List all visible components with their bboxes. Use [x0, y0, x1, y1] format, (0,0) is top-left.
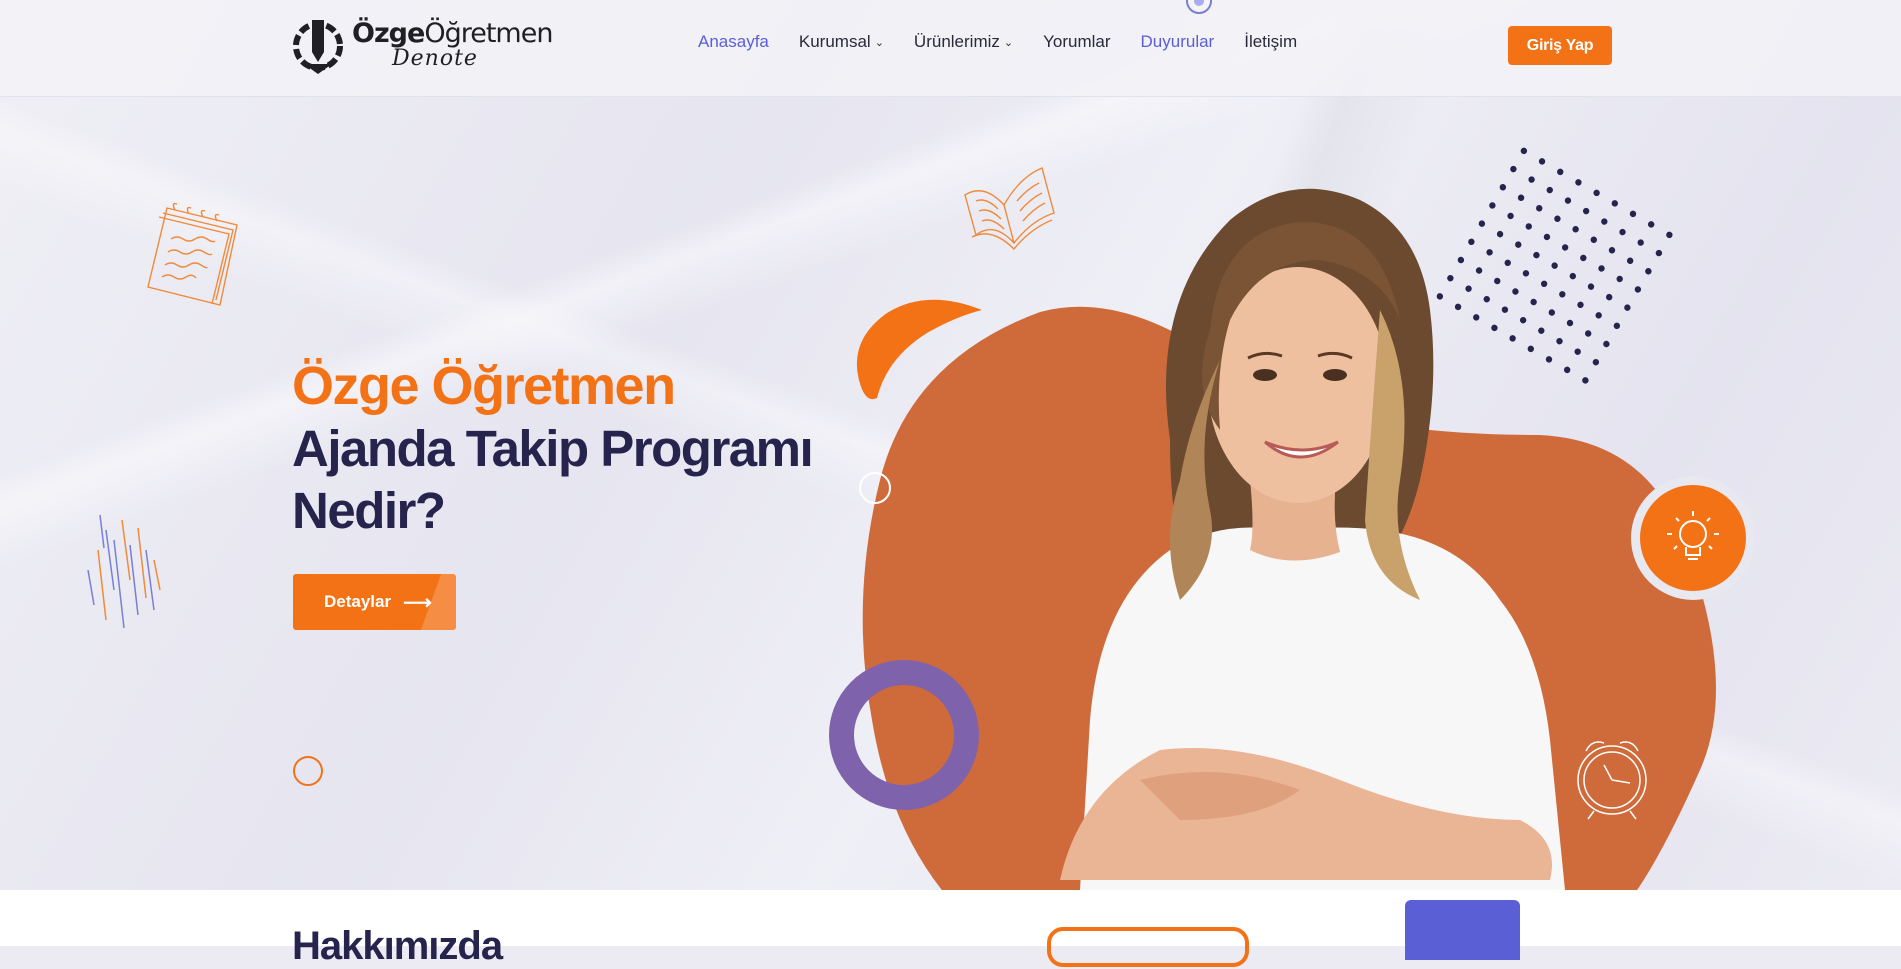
details-button-label: Detaylar — [324, 592, 392, 611]
nav-label: Anasayfa — [698, 32, 769, 51]
grid-dot — [1637, 239, 1644, 246]
grid-dot — [1595, 312, 1602, 319]
grid-dot — [1538, 158, 1546, 165]
grid-dot — [1645, 268, 1652, 275]
grid-dot — [1584, 330, 1592, 337]
grid-dot — [1598, 265, 1605, 272]
scroll-indicator-dot — [1186, 0, 1212, 14]
grid-dot — [1603, 340, 1610, 348]
logo-name-bold: Özge — [352, 18, 425, 49]
chevron-down-icon: ⌄ — [1003, 37, 1014, 49]
grid-dot — [1580, 254, 1587, 262]
white-circle-outline — [859, 472, 891, 504]
login-button[interactable]: Giriş Yap — [1508, 26, 1612, 65]
grid-dot — [1582, 207, 1590, 215]
logo-name-rest: Öğretmen — [424, 18, 553, 49]
orange-outline-frame — [1047, 927, 1249, 967]
grid-dot — [1613, 322, 1621, 330]
grid-dot — [1611, 200, 1619, 207]
teacher-portrait-image — [1060, 188, 1565, 890]
notepad-doodle-icon — [147, 202, 238, 306]
nav-label: Yorumlar — [1043, 32, 1111, 51]
arrow-right-icon: ⟶ — [403, 591, 432, 614]
orange-circle-outline — [293, 756, 323, 786]
grid-dot — [1629, 210, 1637, 218]
grid-dot — [1626, 257, 1634, 264]
scribble-lines-doodle — [87, 514, 161, 629]
grid-dot — [1619, 228, 1626, 236]
grid-dot — [1510, 165, 1517, 173]
hero-title-line2: Ajanda Takip Programı Nedir? — [292, 420, 814, 539]
grid-dot — [1587, 283, 1595, 290]
nav-label: İletişim — [1244, 32, 1298, 51]
details-button[interactable]: Detaylar ⟶ — [293, 574, 456, 630]
grid-dot — [1616, 275, 1623, 283]
blue-block-shape — [1405, 900, 1520, 960]
grid-dot — [1655, 249, 1663, 257]
nav-item-duyurular[interactable]: Duyurular — [1141, 32, 1215, 52]
grid-dot — [1557, 168, 1564, 176]
nav-item-anasayfa[interactable]: Anasayfa — [698, 32, 769, 52]
hero-title-line1: Özge Öğretmen — [292, 356, 676, 416]
grid-dot — [1520, 147, 1528, 155]
idea-badge — [1631, 476, 1755, 600]
nav-label: Duyurular — [1140, 32, 1215, 51]
nav-item-urunlerimiz[interactable]: Ürünlerimiz ⌄ — [914, 32, 1013, 52]
grid-dot — [1608, 247, 1616, 254]
grid-dot — [1624, 304, 1631, 311]
chevron-down-icon: ⌄ — [874, 37, 884, 49]
lightbulb-icon — [1667, 511, 1719, 560]
nav-item-kurumsal[interactable]: Kurumsal ⌄ — [799, 32, 884, 52]
main-nav: Anasayfa Kurumsal ⌄ Ürünlerimiz ⌄ Yorumlar… — [698, 32, 1327, 52]
grid-dot — [1666, 231, 1673, 239]
grid-dot — [1592, 358, 1600, 366]
nav-label: Ürünlerimiz — [913, 32, 1000, 51]
grid-dot — [1601, 218, 1608, 225]
site-logo[interactable]: ÖzgeÖğretmen Denote — [292, 16, 553, 76]
about-title: Hakkımızda — [292, 924, 503, 968]
site-header: ÖzgeÖğretmen Denote Anasayfa Kurumsal ⌄ Ü… — [0, 0, 1901, 97]
pen-logo-icon — [293, 20, 343, 74]
purple-ring-shape — [829, 660, 979, 810]
grid-dot — [1634, 286, 1642, 293]
grid-dot — [1647, 221, 1655, 228]
logo-subtitle: Denote — [392, 46, 478, 71]
hero-section: Özge Öğretmen Ajanda Takip Programı Nedi… — [0, 0, 1901, 890]
grid-dot — [1590, 236, 1598, 243]
about-section: Hakkımızda — [0, 890, 1901, 968]
grid-dot — [1605, 293, 1613, 301]
nav-item-yorumlar[interactable]: Yorumlar — [1043, 32, 1110, 52]
alarm-clock-doodle-icon — [1577, 741, 1647, 820]
grid-dot — [1593, 189, 1600, 197]
nav-item-iletisim[interactable]: İletişim — [1244, 32, 1297, 52]
orange-crescent-shape — [856, 299, 982, 400]
nav-label: Kurumsal — [798, 32, 871, 51]
